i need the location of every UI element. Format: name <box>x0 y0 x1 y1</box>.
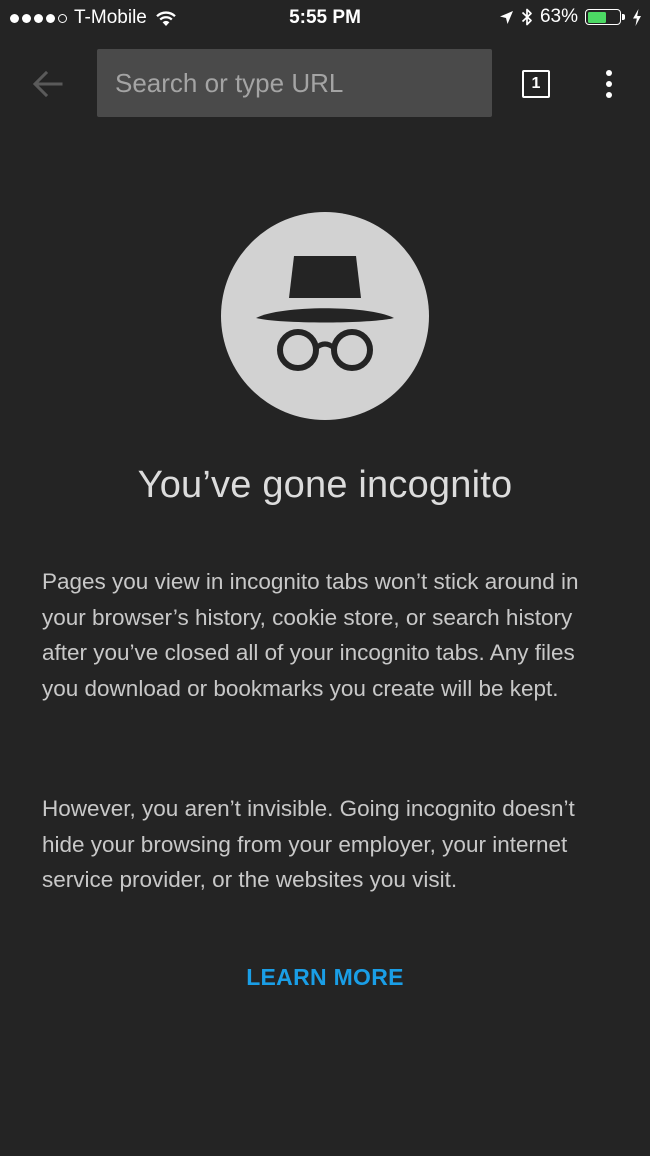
incognito-icon <box>221 212 429 420</box>
menu-dot <box>606 92 612 98</box>
battery-percent: 63% <box>539 6 578 27</box>
status-bar: T-Mobile 5:55 PM 63% <box>0 0 650 36</box>
battery-body <box>585 9 621 25</box>
learn-more-link[interactable]: LEARN MORE <box>246 964 404 990</box>
tab-count: 1 <box>522 70 550 98</box>
location-arrow-icon <box>499 10 513 24</box>
menu-dot <box>606 81 612 87</box>
incognito-warning: However, you aren’t invisible. Going inc… <box>42 796 575 892</box>
battery-cap <box>622 14 625 20</box>
menu-dot <box>606 70 612 76</box>
back-arrow-icon <box>33 71 63 97</box>
overflow-menu-button[interactable] <box>594 64 624 104</box>
bluetooth-icon <box>521 8 532 26</box>
learn-more-container: LEARN MORE <box>0 964 650 991</box>
search-input[interactable] <box>113 66 492 100</box>
incognito-description: Pages you view in incognito tabs won’t s… <box>42 569 579 701</box>
battery-icon <box>585 9 625 25</box>
back-button[interactable] <box>24 64 72 104</box>
status-right: 63% <box>499 6 642 28</box>
omnibox[interactable] <box>97 49 492 117</box>
charging-bolt-icon <box>633 8 641 26</box>
browser-toolbar: 1 <box>0 36 650 132</box>
page-title: You’ve gone incognito <box>137 464 513 506</box>
battery-fill <box>587 11 606 23</box>
tab-switcher-button[interactable]: 1 <box>516 64 556 104</box>
